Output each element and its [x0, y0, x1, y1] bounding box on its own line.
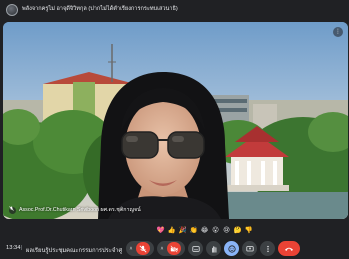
- tears-of-joy-icon[interactable]: 😂: [200, 226, 209, 235]
- participant-video-tile[interactable]: ⋮ Assoc.Prof.Dr.Chutikarn Sriviboon ผศ.ด…: [3, 22, 348, 219]
- chevron-up-icon[interactable]: ˄: [130, 246, 133, 252]
- sparkling-heart-icon[interactable]: 💖: [156, 226, 165, 235]
- meeting-title: ผลเรียนรู้ประชุมคณะกรรมการประจำศูนย์การ.…: [26, 248, 122, 254]
- more-vert-icon: ⋮: [335, 29, 341, 35]
- thinking-face-icon[interactable]: 🤔: [233, 226, 242, 235]
- thumbs-up-icon[interactable]: 👍: [167, 226, 176, 235]
- camera-off-icon: [170, 244, 179, 253]
- bottom-control-bar: 13:34 | ผลเรียนรู้ประชุมคณะกรรมการประจำศ…: [0, 239, 349, 259]
- meeting-clock: 13:34: [6, 245, 21, 251]
- microphone-control-group[interactable]: ˄: [126, 241, 154, 256]
- hand-icon: [211, 245, 216, 253]
- top-bar: พลังจากครูไม่ อาจุดีจิวิทกุล (ปากไม่ได้ต…: [0, 0, 349, 20]
- captions-icon: [191, 245, 200, 252]
- participant-name: Assoc.Prof.Dr.Chutikarn Sriviboon ผศ.ดร.…: [19, 207, 141, 213]
- leave-call-button[interactable]: [278, 241, 300, 256]
- separator: |: [21, 245, 23, 251]
- call-controls: ˄ ˄: [126, 241, 300, 256]
- smiley-icon: [227, 244, 236, 253]
- more-options-button[interactable]: [260, 241, 275, 256]
- raise-hand-button[interactable]: [206, 241, 221, 256]
- surprised-face-icon[interactable]: 😮: [211, 226, 220, 235]
- emoji-reactions-button[interactable]: [224, 241, 239, 256]
- reactions-bar: 💖 👍 🎉 👏 😂 😮 😢 🤔 👎: [156, 224, 253, 236]
- tile-options-button[interactable]: ⋮: [333, 27, 343, 37]
- thumbs-down-icon[interactable]: 👎: [244, 226, 253, 235]
- present-screen-icon: [245, 245, 254, 251]
- more-vert-icon: [266, 245, 269, 252]
- mic-muted-icon: [9, 206, 16, 214]
- chevron-up-icon[interactable]: ˄: [161, 246, 164, 252]
- present-screen-button[interactable]: [242, 241, 257, 256]
- participant-name-tag: Assoc.Prof.Dr.Chutikarn Sriviboon ผศ.ดร.…: [9, 206, 141, 214]
- meet-window: พลังจากครูไม่ อาจุดีจิวิทกุล (ปากไม่ได้ต…: [0, 0, 349, 259]
- crying-face-icon[interactable]: 😢: [222, 226, 231, 235]
- microphone-toggle-button[interactable]: [136, 242, 151, 255]
- video-frame: [3, 22, 348, 219]
- captions-button[interactable]: [188, 241, 203, 256]
- party-popper-icon[interactable]: 🎉: [178, 226, 187, 235]
- clapping-hands-icon[interactable]: 👏: [189, 226, 198, 235]
- camera-toggle-button[interactable]: [167, 242, 182, 255]
- call-end-icon: [285, 247, 293, 251]
- presenter-avatar: [6, 4, 18, 16]
- presentation-title: พลังจากครูไม่ อาจุดีจิวิทกุล (ปากไม่ได้ต…: [22, 6, 178, 12]
- mic-off-icon: [139, 244, 147, 253]
- camera-control-group[interactable]: ˄: [157, 241, 185, 256]
